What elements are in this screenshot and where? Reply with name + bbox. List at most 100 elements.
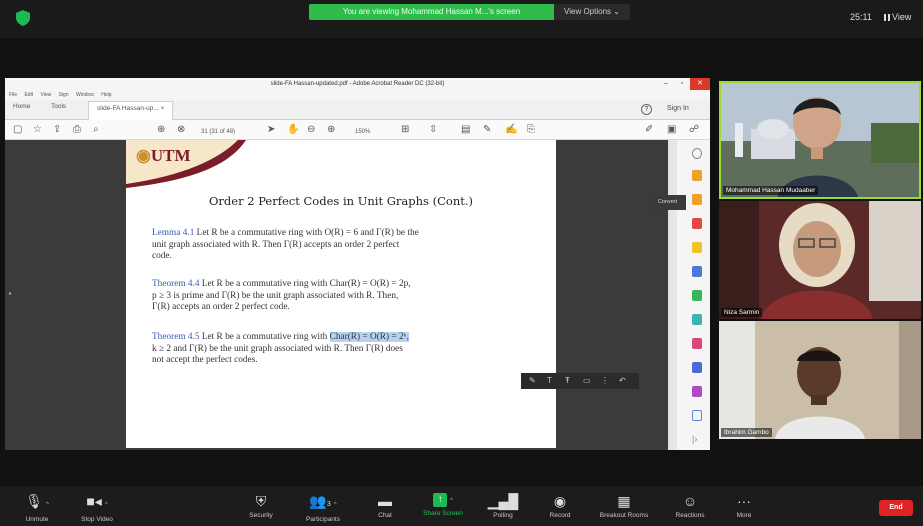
fit-page-icon[interactable]: ⊞ <box>401 123 409 136</box>
view-layout-button[interactable]: View <box>884 12 911 22</box>
menu-help[interactable]: Help <box>101 92 111 98</box>
menu-file[interactable]: File <box>9 92 17 98</box>
window-title: slide-FA Hassan-updated.pdf - Adobe Acro… <box>270 81 445 87</box>
ibrahim-video-feed <box>719 321 921 439</box>
selected-text-highlight[interactable]: Char(R) = O(R) = 2ᵏ, <box>329 332 409 342</box>
upload-icon[interactable]: ⇪ <box>53 123 61 136</box>
acrobat-toolbar: ▢ ☆ ⇪ ⎙ ⌕ ⊕ ⊗ 31 (31 of 48) ➤ ✋ ⊖ ⊕ 150%… <box>5 120 710 140</box>
menu-edit[interactable]: Edit <box>24 92 33 98</box>
polling-button[interactable]: ▁▄█ Polling <box>471 486 535 526</box>
share-screen-button[interactable]: ↑ ^ Share Screen <box>411 486 475 526</box>
convert-pdf-icon[interactable] <box>692 194 702 205</box>
comment-icon[interactable]: ▤ <box>461 123 470 136</box>
edit-tools-icon[interactable]: ✐ <box>645 123 653 136</box>
tab-tools[interactable]: Tools <box>51 103 66 110</box>
export-pdf-icon[interactable] <box>692 170 702 181</box>
read-mode-icon[interactable]: ▣ <box>667 123 676 136</box>
video-tile-niza[interactable]: Niza Sarmin <box>719 201 921 319</box>
undo-icon[interactable]: ↶ <box>619 373 626 389</box>
left-panel-toggle-icon[interactable]: ▸ <box>9 290 12 297</box>
comment-tool-icon[interactable] <box>692 242 702 253</box>
combine-files-icon[interactable] <box>692 314 702 325</box>
accessibility-icon[interactable]: ☍ <box>689 123 699 136</box>
help-icon[interactable]: ? <box>641 104 652 115</box>
zoom-level-select[interactable]: 150% <box>355 126 370 139</box>
zoom-in-icon[interactable]: ⊕ <box>327 123 335 136</box>
slide-title: Order 2 Perfect Codes in Unit Graphs (Co… <box>208 194 473 208</box>
video-tile-ibrahim[interactable]: Ibrahim Gambo <box>719 321 921 439</box>
security-button[interactable]: ⛨ Security <box>229 486 293 526</box>
video-tile-host[interactable]: Mohammad Hassan Mudaaber <box>719 81 921 199</box>
participants-label: Participants <box>306 516 340 523</box>
stop-video-button[interactable]: ■◂ ^ Stop Video <box>65 486 129 526</box>
window-controls: – ▫ ✕ <box>658 78 710 90</box>
theorem44-line3: Γ(R) accepts an order 2 perfect code. <box>152 302 290 312</box>
create-pdf-icon[interactable] <box>692 218 702 229</box>
lemma-line1: Let R be a commutative ring with O(R) = … <box>194 228 419 238</box>
vertical-scrollbar[interactable] <box>669 140 677 450</box>
end-meeting-button[interactable]: End <box>879 500 913 516</box>
participants-button[interactable]: 👥3 ^ Participants <box>291 486 355 526</box>
maximize-icon[interactable]: ▫ <box>674 78 690 90</box>
breakout-rooms-button[interactable]: ▦ Breakout Rooms <box>592 486 656 526</box>
theorem44-line1: Let R be a commutative ring with Char(R)… <box>199 279 411 289</box>
page-down-icon[interactable]: ⊗ <box>177 123 185 136</box>
security-shield-icon: ⛨ <box>255 493 267 509</box>
participant-name-host: Mohammad Hassan Mudaaber <box>723 186 819 195</box>
tab-document[interactable]: slide-FA Hassan-up... × <box>88 101 174 120</box>
comment-bubble-icon[interactable]: ▭ <box>583 373 591 389</box>
search-icon[interactable]: ⌕ <box>93 123 99 136</box>
utm-logo: ◉UTM <box>136 146 191 166</box>
view-options-button[interactable]: View Options ⌄ <box>554 4 630 20</box>
muted-microphone-icon: 🎙 ^ <box>25 493 49 509</box>
acrobat-window: slide-FA Hassan-updated.pdf - Adobe Acro… <box>5 78 710 450</box>
utm-logo-text: UTM <box>150 146 191 165</box>
menu-view[interactable]: View <box>40 92 51 98</box>
stamp-icon[interactable]: ⎘ <box>527 123 535 136</box>
organize-pages-icon[interactable] <box>692 266 702 277</box>
more-button[interactable]: ··· More <box>712 486 776 526</box>
more-dots-icon: ··· <box>737 493 751 509</box>
zoom-top-bar: You are viewing Mohammad Hassan M...'s s… <box>0 0 923 38</box>
menu-bar: File Edit View Sign Window Help <box>5 90 710 100</box>
chat-button[interactable]: ▬ Chat <box>353 486 417 526</box>
fill-sign-icon[interactable]: ✍ <box>505 123 517 136</box>
minimize-icon[interactable]: – <box>658 78 674 90</box>
highlight-pen-icon[interactable]: ✎ <box>483 123 491 136</box>
edit-pdf-icon[interactable] <box>692 290 702 301</box>
fill-sign-tool-icon[interactable] <box>692 338 702 349</box>
encryption-shield-icon[interactable] <box>16 10 30 26</box>
more-tools-pane-icon[interactable] <box>692 386 702 397</box>
close-icon[interactable]: ✕ <box>690 78 710 90</box>
document-view[interactable]: ▸ ◉UTM Order 2 Perfect Codes in Unit Gra… <box>5 140 668 450</box>
menu-window[interactable]: Window <box>76 92 94 98</box>
strikethrough-icon[interactable]: Ŧ <box>565 373 570 389</box>
page-up-icon[interactable]: ⊕ <box>157 123 165 136</box>
hand-tool-icon[interactable]: ✋ <box>287 123 299 136</box>
zoom-out-icon[interactable]: ⊖ <box>307 123 315 136</box>
grid-view-icon <box>884 14 890 21</box>
page-indicator[interactable]: 31 (31 of 48) <box>201 126 235 139</box>
tab-home[interactable]: Home <box>13 103 30 110</box>
scroll-mode-icon[interactable]: ⇳ <box>429 123 437 136</box>
bookmark-star-icon[interactable]: ☆ <box>33 123 42 136</box>
record-button[interactable]: ◉ Record <box>528 486 592 526</box>
highlight-pencil-icon[interactable]: ✎ <box>529 373 536 389</box>
collapse-pane-icon[interactable]: |› <box>692 434 702 445</box>
more-tools-icon[interactable]: ⋮ <box>601 373 609 389</box>
select-cursor-icon[interactable]: ➤ <box>267 123 275 136</box>
text-edit-icon[interactable]: T <box>547 373 552 389</box>
sign-in-link[interactable]: Sign In <box>667 105 689 112</box>
video-camera-icon: ■◂ ^ <box>86 493 108 509</box>
print-icon[interactable]: ⎙ <box>73 123 81 136</box>
participants-icon: 👥3 ^ <box>309 493 337 509</box>
create-icon[interactable]: ▢ <box>13 123 22 136</box>
send-comments-icon[interactable] <box>692 410 702 421</box>
protect-icon[interactable] <box>692 362 702 373</box>
more-label: More <box>736 512 752 519</box>
unmute-button[interactable]: 🎙 ^ Unmute <box>5 486 69 526</box>
menu-sign[interactable]: Sign <box>59 92 69 98</box>
zoom-search-icon[interactable] <box>692 148 702 159</box>
breakout-rooms-icon: ▦ <box>617 493 631 509</box>
view-label: View <box>892 12 912 22</box>
